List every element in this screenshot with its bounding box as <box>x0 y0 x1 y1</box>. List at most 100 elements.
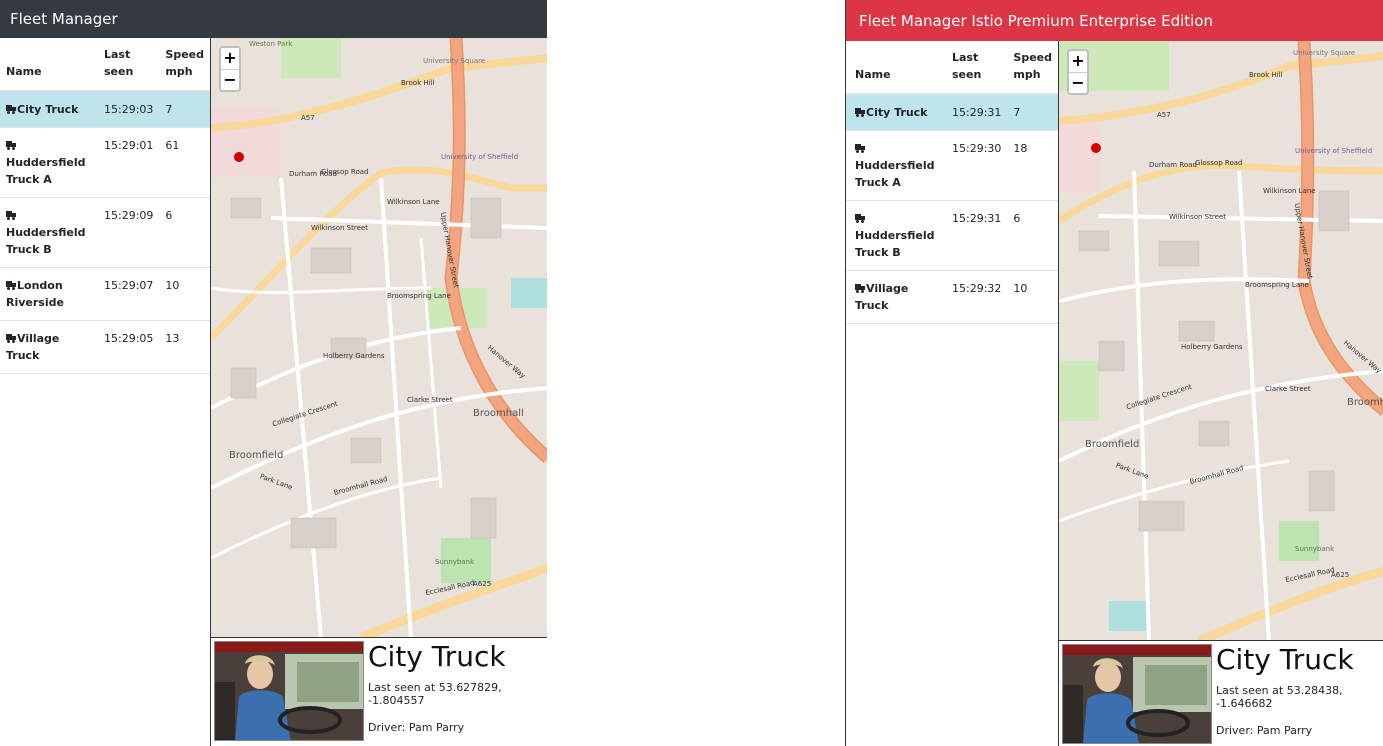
vehicle-name-cell: City Truck <box>846 94 946 131</box>
last-seen-cell: 15:29:03 <box>98 91 160 128</box>
map-label: Sunnybank <box>1295 545 1335 553</box>
vehicle-name-cell: Village Truck <box>846 270 946 324</box>
map-label: Wilkinson Street <box>311 224 368 232</box>
vehicle-list: Name Last seen Speed mph City Truck 15:2… <box>846 41 1058 746</box>
truck-icon <box>6 141 16 150</box>
last-seen-cell: 15:29:07 <box>98 267 160 321</box>
driver-name: Driver: Pam Parry <box>368 721 465 734</box>
map-label: Wilkinson Street <box>1169 213 1226 221</box>
speed-cell: 10 <box>1007 270 1058 324</box>
fleet-manager-window: Fleet Manager Name Last seen Speed mph C… <box>0 0 547 746</box>
column-header-last-seen: Last seen <box>98 38 160 92</box>
map[interactable]: + − <box>1059 41 1383 641</box>
zoom-control: + − <box>1067 49 1089 95</box>
speed-cell: 6 <box>159 197 210 268</box>
truck-icon <box>6 334 16 343</box>
last-seen-cell: 15:29:05 <box>98 320 160 374</box>
zoom-in-button[interactable]: + <box>221 48 239 69</box>
table-row[interactable]: Huddersfield Truck A 15:29:30 18 <box>846 130 1058 201</box>
column-header-name: Name <box>0 38 98 92</box>
speed-cell: 10 <box>159 267 210 321</box>
speed-cell: 18 <box>1007 130 1058 201</box>
zoom-out-button[interactable]: − <box>1069 72 1087 93</box>
vehicle-name-cell: Huddersfield Truck A <box>0 127 98 198</box>
driver-name: Driver: Pam Parry <box>1216 724 1313 737</box>
last-seen-cell: 15:29:09 <box>98 197 160 268</box>
map-label: Brook Hill <box>1249 71 1283 79</box>
speed-cell: 7 <box>1007 94 1058 131</box>
map-label: University of Sheffield <box>441 153 519 161</box>
map-label: A625 <box>473 580 492 588</box>
vehicle-table: Name Last seen Speed mph City Truck 15:2… <box>846 41 1058 324</box>
last-seen-cell: 15:29:31 <box>946 200 1008 271</box>
map[interactable]: + − <box>211 38 547 638</box>
truck-icon <box>855 284 865 293</box>
vehicle-table: Name Last seen Speed mph City Truck 15:2… <box>0 38 210 374</box>
speed-cell: 6 <box>1007 200 1058 271</box>
column-header-name: Name <box>846 41 946 95</box>
table-row[interactable]: Huddersfield Truck B 15:29:31 6 <box>846 200 1058 271</box>
navbar: Fleet Manager <box>0 0 547 38</box>
fleet-manager-premium-window: Fleet Manager Istio Premium Enterprise E… <box>845 0 1383 746</box>
table-row[interactable]: City Truck 15:29:31 7 <box>846 94 1058 131</box>
map-label: Broomhall <box>1347 397 1383 408</box>
zoom-out-button[interactable]: − <box>221 69 239 90</box>
vehicle-name-cell: Huddersfield Truck A <box>846 130 946 201</box>
map-label: Durham Road <box>1149 161 1197 169</box>
map-label: Broomfield <box>1085 439 1140 450</box>
map-label: Broomhall <box>473 408 524 419</box>
map-label: Wilkinson Lane <box>387 198 440 206</box>
vehicle-title: City Truck <box>1216 643 1354 676</box>
map-label: University of Sheffield <box>1295 147 1373 155</box>
last-seen-cell: 15:29:32 <box>946 270 1008 324</box>
zoom-in-button[interactable]: + <box>1069 51 1087 72</box>
map-label: A57 <box>301 114 315 122</box>
table-row[interactable]: City Truck 15:29:03 7 <box>0 91 210 128</box>
truck-icon <box>6 105 16 114</box>
vehicle-title: City Truck <box>368 640 506 673</box>
map-label: Durham Road <box>289 170 337 178</box>
table-row[interactable]: Huddersfield Truck B 15:29:09 6 <box>0 197 210 268</box>
truck-icon <box>855 144 865 153</box>
vehicle-name-cell: Huddersfield Truck B <box>0 197 98 268</box>
table-row[interactable]: London Riverside 15:29:07 10 <box>0 267 210 321</box>
map-tiles <box>211 38 547 637</box>
vehicle-name-cell: Huddersfield Truck B <box>846 200 946 271</box>
column-header-speed: Speed mph <box>1007 41 1058 95</box>
vehicle-name-cell: London Riverside <box>0 267 98 321</box>
driver-photo <box>1062 644 1212 744</box>
driver-photo <box>214 641 364 741</box>
table-row[interactable]: Village Truck 15:29:32 10 <box>846 270 1058 324</box>
last-seen-cell: 15:29:31 <box>946 94 1008 131</box>
zoom-control: + − <box>219 46 241 92</box>
map-label: Weston Park <box>249 40 293 48</box>
table-row[interactable]: Village Truck 15:29:05 13 <box>0 320 210 374</box>
column-header-speed: Speed mph <box>159 38 210 92</box>
vehicle-name-cell: Village Truck <box>0 320 98 374</box>
map-label: Brook Hill <box>401 79 435 87</box>
last-seen-cell: 15:29:30 <box>946 130 1008 201</box>
map-label: Wilkinson Lane <box>1263 187 1316 195</box>
app-title: Fleet Manager Istio Premium Enterprise E… <box>859 11 1213 30</box>
map-label: Holberry Gardens <box>323 352 385 360</box>
truck-icon <box>855 108 865 117</box>
map-label: A57 <box>1157 111 1171 119</box>
speed-cell: 13 <box>159 320 210 374</box>
truck-icon <box>6 211 16 220</box>
map-label: Glossop Road <box>1195 159 1243 167</box>
column-header-last-seen: Last seen <box>946 41 1008 95</box>
map-label: Broomspring Lane <box>1245 281 1309 289</box>
vehicle-list: Name Last seen Speed mph City Truck 15:2… <box>0 38 210 746</box>
table-row[interactable]: Huddersfield Truck A 15:29:01 61 <box>0 127 210 198</box>
map-label: Broomfield <box>229 450 284 461</box>
map-label: University Square <box>1293 49 1356 57</box>
map-label: Holberry Gardens <box>1181 343 1243 351</box>
last-seen-location: Last seen at 53.28438, -1.646682 <box>1216 684 1343 710</box>
vehicle-detail: City Truck Last seen at 53.28438, -1.646… <box>1059 641 1383 744</box>
navbar: Fleet Manager Istio Premium Enterprise E… <box>846 0 1383 41</box>
last-seen-cell: 15:29:01 <box>98 127 160 198</box>
map-label: Clarke Street <box>407 396 453 404</box>
vehicle-detail: City Truck Last seen at 53.627829, -1.80… <box>211 638 547 741</box>
speed-cell: 7 <box>159 91 210 128</box>
truck-icon <box>6 281 16 290</box>
